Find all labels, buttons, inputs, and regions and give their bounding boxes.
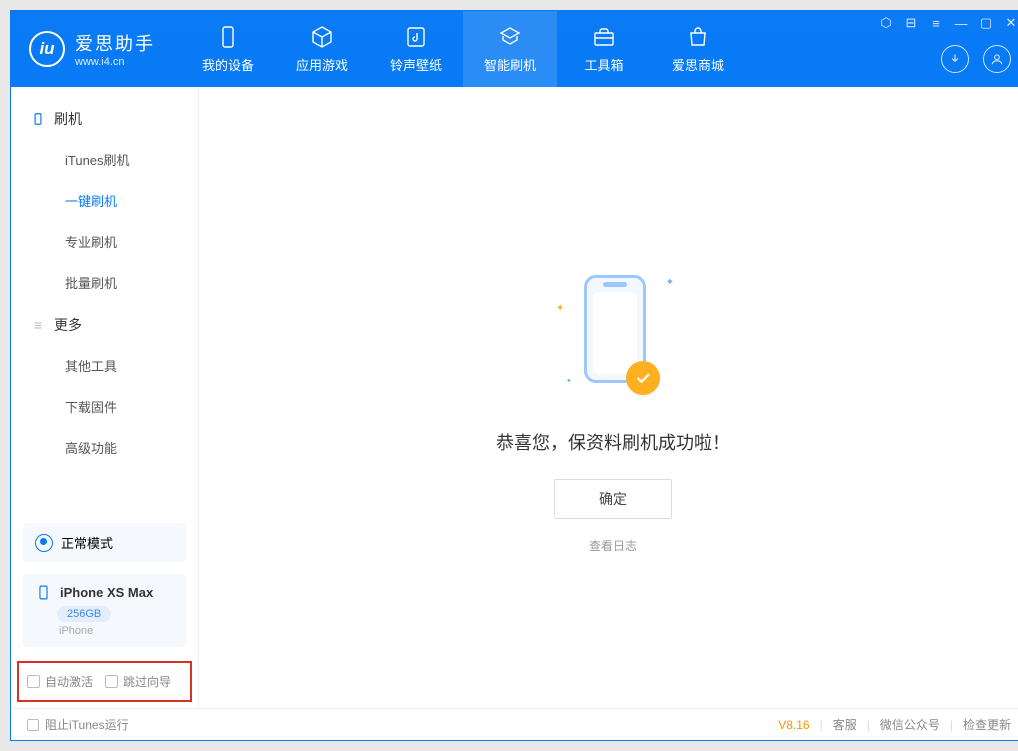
checkbox-icon	[105, 675, 118, 688]
device-phone-icon	[35, 584, 52, 601]
sidebar-group-more: ≡ 更多	[11, 303, 198, 345]
window-controls-row1: ⬡ ⊟ ≡ — ▢ ✕	[878, 15, 1018, 31]
lock-icon[interactable]: ⊟	[903, 15, 919, 31]
tab-label: 铃声壁纸	[390, 55, 442, 74]
app-name: 爱思助手	[75, 30, 155, 56]
options-highlight-box: 自动激活 跳过向导	[17, 661, 192, 702]
checkbox-label: 跳过向导	[123, 673, 171, 690]
logo-text: 爱思助手 www.i4.cn	[75, 30, 155, 68]
user-button[interactable]	[983, 45, 1011, 73]
tab-label: 智能刷机	[484, 55, 536, 74]
checkbox-block-itunes[interactable]: 阻止iTunes运行	[27, 716, 129, 733]
checkbox-auto-activate[interactable]: 自动激活	[27, 673, 93, 690]
mode-icon	[35, 534, 53, 552]
tab-label: 工具箱	[584, 55, 623, 74]
mode-card[interactable]: 正常模式	[23, 523, 186, 562]
tab-apps[interactable]: 应用游戏	[275, 11, 369, 87]
sidebar-group-flash: 刷机	[11, 97, 198, 139]
app-window: iu 爱思助手 www.i4.cn 我的设备 应用游戏 铃声壁纸 智能刷机	[10, 10, 1018, 741]
logo: iu 爱思助手 www.i4.cn	[11, 30, 173, 68]
sidebar: 刷机 iTunes刷机 一键刷机 专业刷机 批量刷机 ≡ 更多 其他工具 下载固…	[11, 87, 199, 708]
list-icon: ≡	[31, 318, 45, 332]
ok-button[interactable]: 确定	[554, 479, 672, 519]
tab-flash[interactable]: 智能刷机	[463, 11, 557, 87]
mode-label: 正常模式	[61, 533, 113, 552]
window-controls-row2	[941, 45, 1011, 73]
view-log-link[interactable]: 查看日志	[589, 537, 637, 554]
tab-label: 应用游戏	[296, 55, 348, 74]
main-content: ✦ ✦ ✦ 恭喜您，保资料刷机成功啦！ 确定 查看日志	[199, 87, 1018, 708]
support-link[interactable]: 客服	[833, 716, 857, 733]
titlebar: iu 爱思助手 www.i4.cn 我的设备 应用游戏 铃声壁纸 智能刷机	[11, 11, 1018, 87]
storage-badge: 256GB	[57, 606, 111, 622]
success-illustration: ✦ ✦ ✦	[538, 265, 688, 405]
sparkle-icon: ✦	[666, 277, 674, 288]
body: 刷机 iTunes刷机 一键刷机 专业刷机 批量刷机 ≡ 更多 其他工具 下载固…	[11, 87, 1018, 708]
version-label: V8.16	[778, 718, 809, 732]
wechat-link[interactable]: 微信公众号	[880, 716, 940, 733]
sparkle-icon: ✦	[556, 303, 564, 314]
sidebar-item-onekey-flash[interactable]: 一键刷机	[11, 180, 198, 221]
device-name: iPhone XS Max	[60, 585, 153, 600]
tab-ringtones[interactable]: 铃声壁纸	[369, 11, 463, 87]
phone-icon	[215, 24, 241, 50]
shirt-icon[interactable]: ⬡	[878, 15, 894, 31]
cube-icon	[309, 24, 335, 50]
sidebar-item-advanced[interactable]: 高级功能	[11, 427, 198, 468]
app-url: www.i4.cn	[75, 56, 155, 68]
sidebar-item-itunes-flash[interactable]: iTunes刷机	[11, 139, 198, 180]
refresh-icon	[497, 24, 523, 50]
checkbox-label: 自动激活	[45, 673, 93, 690]
group-label: 刷机	[54, 109, 82, 129]
bag-icon	[685, 24, 711, 50]
checkbox-label: 阻止iTunes运行	[45, 716, 129, 733]
music-icon	[403, 24, 429, 50]
device-type: iPhone	[59, 625, 174, 637]
tab-store[interactable]: 爱思商城	[651, 11, 745, 87]
group-label: 更多	[54, 315, 82, 335]
checkbox-icon	[27, 675, 40, 688]
device-card[interactable]: iPhone XS Max 256GB iPhone	[23, 574, 186, 647]
checkbox-skip-guide[interactable]: 跳过向导	[105, 673, 171, 690]
close-button[interactable]: ✕	[1003, 15, 1018, 31]
check-badge-icon	[626, 361, 660, 395]
sparkle-icon: ✦	[566, 377, 572, 385]
download-button[interactable]	[941, 45, 969, 73]
logo-icon: iu	[29, 31, 65, 67]
checkbox-icon	[27, 719, 39, 731]
success-message: 恭喜您，保资料刷机成功啦！	[496, 429, 730, 455]
menu-icon[interactable]: ≡	[928, 15, 944, 31]
check-update-link[interactable]: 检查更新	[963, 716, 1011, 733]
sidebar-item-batch-flash[interactable]: 批量刷机	[11, 262, 198, 303]
sidebar-item-download-firmware[interactable]: 下载固件	[11, 386, 198, 427]
device-icon	[31, 112, 45, 126]
tab-label: 我的设备	[202, 55, 254, 74]
toolbox-icon	[591, 24, 617, 50]
sidebar-item-pro-flash[interactable]: 专业刷机	[11, 221, 198, 262]
tab-label: 爱思商城	[672, 55, 724, 74]
minimize-button[interactable]: —	[953, 15, 969, 31]
tab-toolbox[interactable]: 工具箱	[557, 11, 651, 87]
maximize-button[interactable]: ▢	[978, 15, 994, 31]
nav-tabs: 我的设备 应用游戏 铃声壁纸 智能刷机 工具箱 爱思商城	[181, 11, 745, 87]
tab-my-device[interactable]: 我的设备	[181, 11, 275, 87]
sidebar-item-other-tools[interactable]: 其他工具	[11, 345, 198, 386]
statusbar: 阻止iTunes运行 V8.16 | 客服 | 微信公众号 | 检查更新	[11, 708, 1018, 740]
